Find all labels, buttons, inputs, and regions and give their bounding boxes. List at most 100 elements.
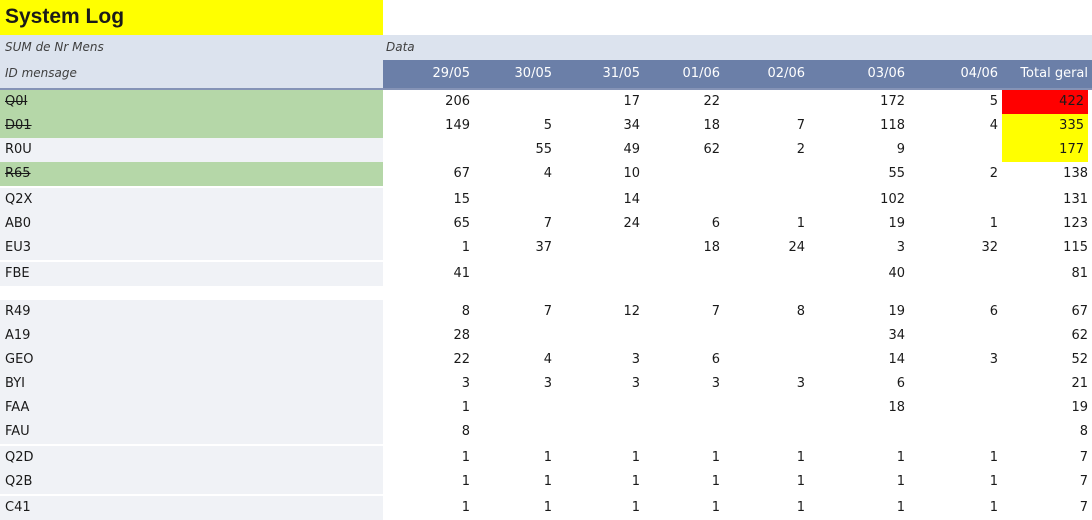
total-cell[interactable]: 422 <box>1002 90 1088 114</box>
total-cell[interactable]: 81 <box>1000 262 1092 286</box>
value-cell[interactable]: 15 <box>453 192 470 207</box>
value-cell[interactable]: 12 <box>623 304 640 319</box>
total-cell[interactable]: 177 <box>1002 138 1088 162</box>
table-row[interactable]: Q2X 15 14 102 131 <box>0 188 1092 212</box>
value-cell[interactable]: 3 <box>544 376 552 391</box>
value-cell[interactable]: 65 <box>453 216 470 231</box>
value-cell[interactable]: 32 <box>981 240 998 255</box>
value-cell[interactable]: 1 <box>897 450 905 465</box>
value-cell[interactable]: 1 <box>462 240 470 255</box>
value-cell[interactable]: 1 <box>712 450 720 465</box>
value-cell[interactable]: 1 <box>544 474 552 489</box>
column-header-date[interactable]: 30/05 <box>515 66 552 81</box>
table-row[interactable]: R49 8 7 12 7 8 19 6 67 <box>0 300 1092 324</box>
row-id-cell[interactable]: AB0 <box>0 212 383 236</box>
table-row[interactable]: C41 1 1 1 1 1 1 1 7 <box>0 496 1092 520</box>
value-cell[interactable]: 40 <box>888 266 905 281</box>
total-cell[interactable]: 7 <box>1000 446 1092 470</box>
value-cell[interactable]: 14 <box>888 352 905 367</box>
row-field-label[interactable]: ID mensage <box>5 66 77 80</box>
value-cell[interactable]: 1 <box>462 500 470 515</box>
value-cell[interactable]: 6 <box>712 216 720 231</box>
pivot-value-label[interactable]: SUM de Nr Mens <box>5 40 104 54</box>
value-cell[interactable]: 5 <box>990 94 998 109</box>
value-cell[interactable]: 1 <box>544 450 552 465</box>
value-cell[interactable]: 1 <box>632 474 640 489</box>
value-cell[interactable]: 206 <box>445 94 470 109</box>
row-id-cell[interactable]: BYI <box>0 372 383 396</box>
table-row[interactable]: FBE 41 40 81 <box>0 262 1092 286</box>
column-field-label[interactable]: Data <box>386 40 415 54</box>
value-cell[interactable]: 5 <box>544 118 552 133</box>
value-cell[interactable]: 1 <box>462 450 470 465</box>
value-cell[interactable]: 17 <box>623 94 640 109</box>
total-cell[interactable]: 62 <box>1000 324 1092 348</box>
value-cell[interactable]: 1 <box>632 450 640 465</box>
value-cell[interactable]: 3 <box>990 352 998 367</box>
value-cell[interactable]: 49 <box>623 142 640 157</box>
value-cell[interactable]: 3 <box>632 352 640 367</box>
total-cell[interactable]: 123 <box>1000 212 1092 236</box>
value-cell[interactable]: 118 <box>880 118 905 133</box>
value-cell[interactable]: 8 <box>462 424 470 439</box>
table-row[interactable]: Q2D 1 1 1 1 1 1 1 7 <box>0 446 1092 470</box>
row-id-cell[interactable]: Q2D <box>0 446 383 470</box>
row-id-cell[interactable]: R65 <box>0 162 383 186</box>
row-id-cell[interactable]: R0U <box>0 138 383 162</box>
row-id-cell[interactable]: D01 <box>0 114 383 138</box>
value-cell[interactable]: 3 <box>897 240 905 255</box>
value-cell[interactable]: 1 <box>462 400 470 415</box>
value-cell[interactable]: 24 <box>788 240 805 255</box>
value-cell[interactable]: 4 <box>544 352 552 367</box>
column-header-date[interactable]: 29/05 <box>433 66 470 81</box>
value-cell[interactable]: 1 <box>897 500 905 515</box>
row-id-cell[interactable]: GEO <box>0 348 383 372</box>
value-cell[interactable]: 4 <box>544 166 552 181</box>
value-cell[interactable]: 41 <box>453 266 470 281</box>
value-cell[interactable]: 2 <box>797 142 805 157</box>
column-header-date[interactable]: 03/06 <box>868 66 905 81</box>
value-cell[interactable]: 7 <box>797 118 805 133</box>
total-cell[interactable]: 67 <box>1000 300 1092 324</box>
value-cell[interactable]: 8 <box>462 304 470 319</box>
table-row[interactable]: R65 67 4 10 55 2 138 <box>0 162 1092 186</box>
total-cell[interactable]: 8 <box>1000 420 1092 444</box>
value-cell[interactable]: 149 <box>445 118 470 133</box>
value-cell[interactable]: 18 <box>888 400 905 415</box>
value-cell[interactable]: 67 <box>453 166 470 181</box>
total-cell[interactable]: 115 <box>1000 236 1092 260</box>
value-cell[interactable]: 19 <box>888 216 905 231</box>
value-cell[interactable]: 1 <box>990 216 998 231</box>
value-cell[interactable]: 102 <box>880 192 905 207</box>
value-cell[interactable]: 55 <box>888 166 905 181</box>
total-cell[interactable]: 138 <box>1000 162 1092 186</box>
table-row[interactable]: BYI 3 3 3 3 3 6 21 <box>0 372 1092 396</box>
table-row[interactable]: EU3 1 37 18 24 3 32 115 <box>0 236 1092 260</box>
value-cell[interactable]: 37 <box>535 240 552 255</box>
value-cell[interactable]: 22 <box>453 352 470 367</box>
value-cell[interactable]: 19 <box>888 304 905 319</box>
value-cell[interactable]: 3 <box>712 376 720 391</box>
value-cell[interactable]: 6 <box>897 376 905 391</box>
value-cell[interactable]: 14 <box>623 192 640 207</box>
value-cell[interactable]: 7 <box>712 304 720 319</box>
total-cell[interactable]: 131 <box>1000 188 1092 212</box>
value-cell[interactable]: 3 <box>632 376 640 391</box>
row-id-cell[interactable]: R49 <box>0 300 383 324</box>
value-cell[interactable]: 10 <box>623 166 640 181</box>
column-header-date[interactable]: 31/05 <box>603 66 640 81</box>
column-header-date[interactable]: 02/06 <box>768 66 805 81</box>
table-row[interactable]: R0U 55 49 62 2 9 177 <box>0 138 1092 162</box>
value-cell[interactable]: 24 <box>623 216 640 231</box>
column-header-date[interactable]: 01/06 <box>683 66 720 81</box>
value-cell[interactable]: 1 <box>990 474 998 489</box>
value-cell[interactable]: 1 <box>712 474 720 489</box>
value-cell[interactable]: 18 <box>703 240 720 255</box>
row-id-cell[interactable]: FAU <box>0 420 383 444</box>
total-cell[interactable]: 52 <box>1000 348 1092 372</box>
value-cell[interactable]: 62 <box>703 142 720 157</box>
value-cell[interactable]: 34 <box>888 328 905 343</box>
row-id-cell[interactable]: EU3 <box>0 236 383 260</box>
value-cell[interactable]: 9 <box>897 142 905 157</box>
value-cell[interactable]: 22 <box>703 94 720 109</box>
